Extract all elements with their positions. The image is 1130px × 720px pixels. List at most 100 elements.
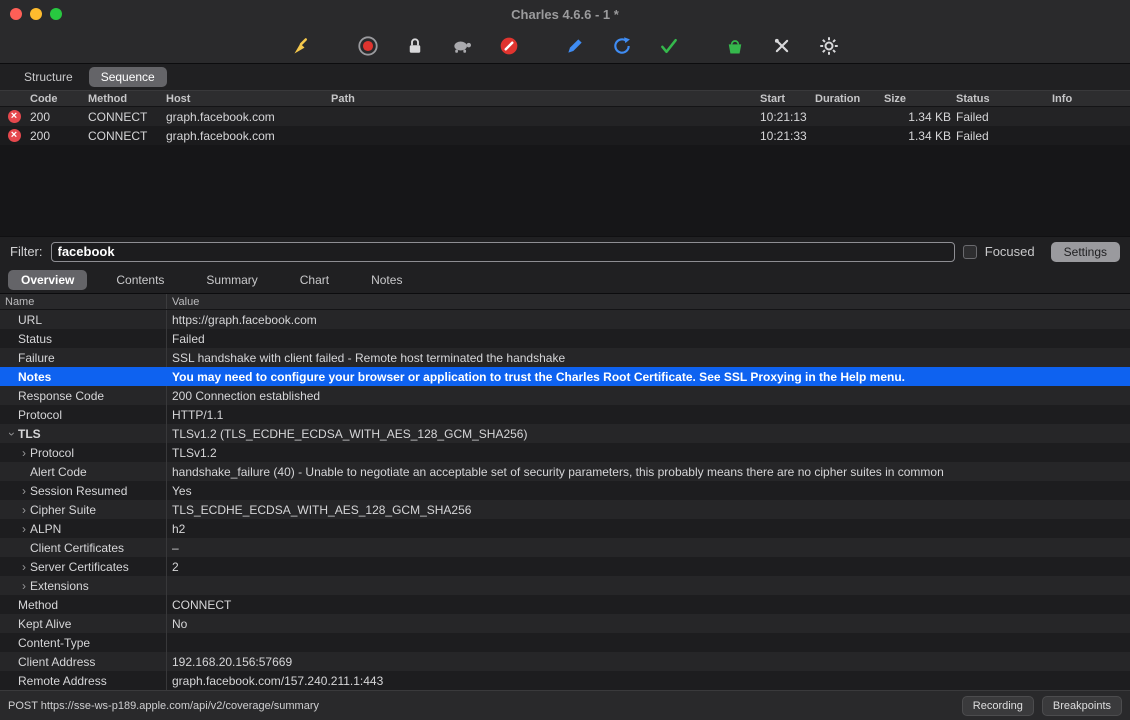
detail-row-value: TLSv1.2 <box>172 445 217 460</box>
column-header-status[interactable]: Status <box>954 93 1050 105</box>
detail-row[interactable]: › Extensions <box>0 576 1130 595</box>
detail-row[interactable]: › Session Resumed Yes <box>0 481 1130 500</box>
chevron-right-icon[interactable]: › <box>18 446 30 460</box>
detail-row-name: Failure <box>0 348 167 367</box>
chevron-right-icon[interactable]: › <box>18 484 30 498</box>
filter-input[interactable] <box>50 241 955 262</box>
cell-code: 200 <box>30 128 51 143</box>
tools-icon[interactable] <box>771 35 793 57</box>
detail-row-name: URL <box>0 310 167 329</box>
tab-contents[interactable]: Contents <box>103 270 177 290</box>
repeat-icon[interactable] <box>611 35 633 57</box>
close-button[interactable] <box>10 8 22 20</box>
cell-size: 1.34 KB <box>908 109 951 124</box>
detail-name-label: Failure <box>18 350 55 365</box>
detail-row-value: You may need to configure your browser o… <box>172 369 906 384</box>
tab-overview[interactable]: Overview <box>8 269 88 290</box>
title-bar: Charles 4.6.6 - 1 * <box>0 0 1130 28</box>
detail-row-name: Client Address <box>0 652 167 671</box>
detail-row[interactable]: › Cipher Suite TLS_ECDHE_ECDSA_WITH_AES_12… <box>0 500 1130 519</box>
column-header-path[interactable]: Path <box>329 93 758 105</box>
table-row[interactable]: × 200 CONNECT graph.facebook.com 10:21:33 1.3… <box>0 126 1130 145</box>
record-icon[interactable] <box>357 35 379 57</box>
detail-row[interactable]: Protocol HTTP/1.1 <box>0 405 1130 424</box>
chevron-right-icon[interactable]: › <box>18 560 30 574</box>
chevron-right-icon[interactable]: › <box>18 522 30 536</box>
detail-header: Name Value <box>0 294 1130 310</box>
detail-row-name: Status <box>0 329 167 348</box>
detail-rows: URL https://graph.facebook.com Status Faile… <box>0 310 1130 690</box>
detail-row[interactable]: › TLS TLSv1.2 (TLS_ECDHE_ECDSA_WITH_AES_12… <box>0 424 1130 443</box>
cell-code: 200 <box>30 109 51 124</box>
cell-method: CONNECT <box>88 109 148 124</box>
detail-row[interactable]: Kept Alive No <box>0 614 1130 633</box>
detail-row[interactable]: Alert Code handshake_failure (40) - Unabl… <box>0 462 1130 481</box>
compose-pencil-icon[interactable] <box>564 35 586 57</box>
detail-row-value: HTTP/1.1 <box>172 407 224 422</box>
detail-row-value: graph.facebook.com/157.240.211.1:443 <box>172 673 384 688</box>
tab-structure[interactable]: Structure <box>12 67 85 87</box>
cell-status: Failed <box>956 109 989 124</box>
chevron-down-icon[interactable]: › <box>5 428 19 440</box>
detail-row-name: › ALPN <box>0 519 167 538</box>
tab-summary[interactable]: Summary <box>193 270 270 290</box>
column-header-duration[interactable]: Duration <box>813 93 882 105</box>
tab-chart[interactable]: Chart <box>287 270 342 290</box>
charles-window: Charles 4.6.6 - 1 * Structure Sequence C… <box>0 0 1130 720</box>
cell-start: 10:21:33 <box>760 128 807 143</box>
minimize-button[interactable] <box>30 8 42 20</box>
detail-row[interactable]: Client Certificates – <box>0 538 1130 557</box>
detail-row[interactable]: Client Address 192.168.20.156:57669 <box>0 652 1130 671</box>
detail-row-name: Method <box>0 595 167 614</box>
detail-row-value: h2 <box>172 521 186 536</box>
column-header-method[interactable]: Method <box>86 93 164 105</box>
column-header-size[interactable]: Size <box>882 93 954 105</box>
detail-row[interactable]: Method CONNECT <box>0 595 1130 614</box>
detail-row[interactable]: Response Code 200 Connection established <box>0 386 1130 405</box>
zoom-button[interactable] <box>50 8 62 20</box>
detail-name-label: Alert Code <box>30 464 87 479</box>
block-icon[interactable] <box>498 35 520 57</box>
column-header-info[interactable]: Info <box>1050 93 1130 105</box>
settings-button[interactable]: Settings <box>1050 241 1120 262</box>
detail-row-name: Response Code <box>0 386 167 405</box>
detail-row-name: › TLS <box>0 424 167 443</box>
detail-row-name: Protocol <box>0 405 167 424</box>
throttle-turtle-icon[interactable] <box>451 35 473 57</box>
lock-icon[interactable] <box>404 35 426 57</box>
detail-row[interactable]: › Protocol TLSv1.2 <box>0 443 1130 462</box>
gift-icon[interactable] <box>724 35 746 57</box>
chevron-right-icon[interactable]: › <box>18 579 30 593</box>
detail-row[interactable]: Notes You may need to configure your brow… <box>0 367 1130 386</box>
detail-name-label: Session Resumed <box>30 483 128 498</box>
tab-notes[interactable]: Notes <box>358 270 415 290</box>
detail-tabs: Overview Contents Summary Chart Notes <box>0 266 1130 294</box>
chevron-right-icon[interactable]: › <box>18 503 30 517</box>
column-header-code[interactable]: Code <box>28 93 86 105</box>
detail-row[interactable]: Failure SSL handshake with client failed … <box>0 348 1130 367</box>
column-header-value: Value <box>172 295 200 308</box>
detail-row-value: https://graph.facebook.com <box>172 312 317 327</box>
detail-row[interactable]: URL https://graph.facebook.com <box>0 310 1130 329</box>
column-header-start[interactable]: Start <box>758 93 813 105</box>
gear-icon[interactable] <box>818 35 840 57</box>
detail-row-name: › Protocol <box>0 443 167 462</box>
tab-sequence[interactable]: Sequence <box>88 67 167 87</box>
detail-row[interactable]: Remote Address graph.facebook.com/157.240… <box>0 671 1130 690</box>
detail-row-value: No <box>172 616 188 631</box>
detail-name-label: Content-Type <box>18 635 91 650</box>
column-header-host[interactable]: Host <box>164 93 329 105</box>
detail-row[interactable]: › Server Certificates 2 <box>0 557 1130 576</box>
detail-row[interactable]: › ALPN h2 <box>0 519 1130 538</box>
validate-check-icon[interactable] <box>658 35 680 57</box>
detail-name-label: Client Certificates <box>30 540 125 555</box>
table-row[interactable]: × 200 CONNECT graph.facebook.com 10:21:13 1.3… <box>0 107 1130 126</box>
recording-button[interactable]: Recording <box>961 695 1034 716</box>
detail-row-value: CONNECT <box>172 597 232 612</box>
broom-icon[interactable] <box>291 35 313 57</box>
detail-row[interactable]: Status Failed <box>0 329 1130 348</box>
detail-row[interactable]: Content-Type <box>0 633 1130 652</box>
focused-checkbox[interactable] <box>962 244 977 259</box>
cell-host: graph.facebook.com <box>166 109 275 124</box>
breakpoints-button[interactable]: Breakpoints <box>1041 695 1122 716</box>
